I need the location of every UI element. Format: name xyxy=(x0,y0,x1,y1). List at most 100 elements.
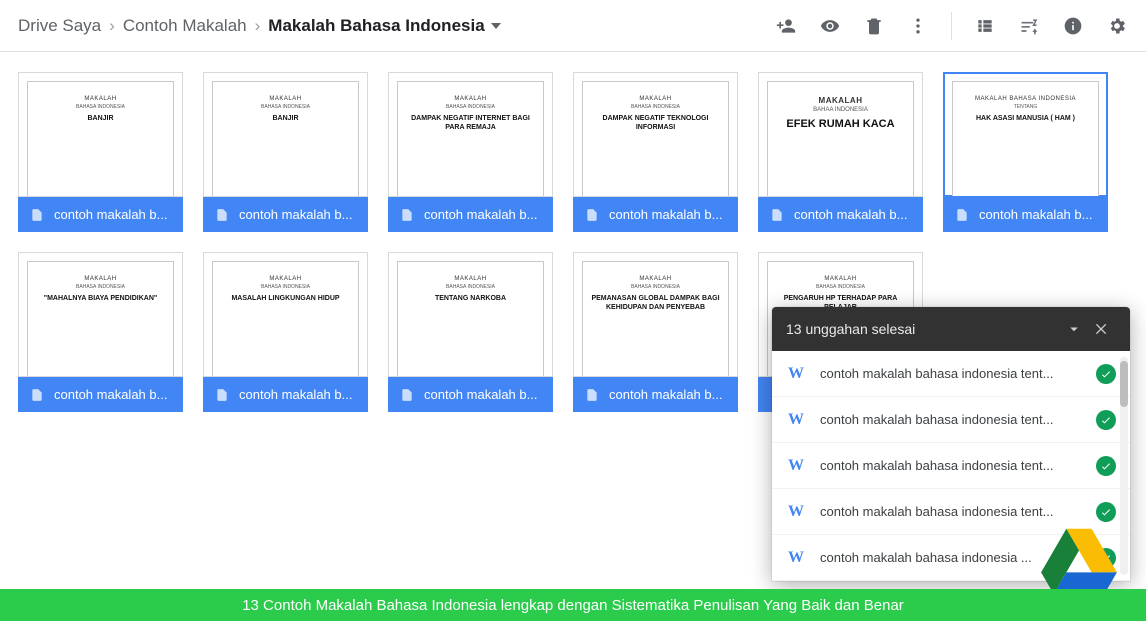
drive-icon xyxy=(1040,527,1118,595)
upload-row[interactable]: Wcontoh makalah bahasa indonesia tent... xyxy=(772,443,1130,489)
doc-subheading: BAHASA INDONESIA xyxy=(768,284,913,290)
word-doc-icon: W xyxy=(786,548,806,568)
upload-close-button[interactable] xyxy=(1088,315,1116,343)
doc-subheading: BAHASA INDONESIA xyxy=(583,104,728,110)
doc-title: DAMPAK NEGATIF TEKNOLOGI INFORMASI xyxy=(583,114,728,132)
more-actions-button[interactable] xyxy=(907,15,929,37)
file-card[interactable]: MAKALAHBAHASA INDONESIAMASALAH LINGKUNGA… xyxy=(203,252,368,412)
doc-title: BANJIR xyxy=(28,114,173,123)
file-card[interactable]: MAKALAH BAHASA INDONESIA "MAHALNYA BIAYA P… xyxy=(18,252,183,412)
person-add-icon xyxy=(776,16,796,36)
chevron-down-icon xyxy=(491,23,501,29)
document-preview: MAKALAHBAHASA INDONESIABANJIR xyxy=(212,81,359,197)
toolbar xyxy=(775,12,1128,40)
word-doc-icon: W xyxy=(786,410,806,430)
breadcrumb-root[interactable]: Drive Saya xyxy=(18,16,101,36)
doc-title: HAK ASASI MANUSIA ( HAM ) xyxy=(953,114,1098,123)
doc-heading: MAKALAH xyxy=(583,276,728,282)
upload-collapse-button[interactable] xyxy=(1060,315,1088,343)
file-card[interactable]: MAKALAH BAHASA INDONESIA TENTANG NARKOBA co… xyxy=(388,252,553,412)
footer-caption: 13 Contoh Makalah Bahasa Indonesia lengk… xyxy=(0,589,1146,621)
more-vert-icon xyxy=(908,16,928,36)
file-card[interactable]: MAKALAHBAHASA INDONESIABANJIRcontoh maka… xyxy=(203,72,368,232)
footer-text: 13 Contoh Makalah Bahasa Indonesia lengk… xyxy=(242,597,904,614)
document-preview: MAKALAHBAHAA INDONESIAEFEK RUMAH KACA xyxy=(767,81,914,197)
check-icon xyxy=(1100,368,1112,380)
close-icon xyxy=(1094,321,1110,337)
share-button[interactable] xyxy=(775,15,797,37)
scrollbar-thumb[interactable] xyxy=(1120,361,1128,407)
file-label: contoh makalah b... xyxy=(18,377,183,412)
details-button[interactable] xyxy=(1062,15,1084,37)
upload-scrollbar[interactable] xyxy=(1120,357,1128,575)
upload-row[interactable]: Wcontoh makalah bahasa indonesia tent... xyxy=(772,351,1130,397)
word-doc-icon xyxy=(400,388,414,402)
word-doc-icon xyxy=(585,388,599,402)
doc-subheading: BAHASA INDONESIA xyxy=(213,104,358,110)
chevron-right-icon: › xyxy=(255,16,261,36)
document-preview: MAKALAH BAHASA INDONESIA PEMANASAN GLOBAL … xyxy=(582,261,729,377)
word-doc-icon xyxy=(955,208,969,222)
list-icon xyxy=(975,16,995,36)
file-card[interactable]: MAKALAHBAHASA INDONESIADAMPAK NEGATIF IN… xyxy=(388,72,553,232)
doc-heading: MAKALAH xyxy=(28,96,173,102)
doc-subheading: BAHASA INDONESIA xyxy=(398,104,543,110)
file-card[interactable]: MAKALAHBAHASA INDONESIABANJIRcontoh maka… xyxy=(18,72,183,232)
upload-file-name: contoh makalah bahasa indonesia tent... xyxy=(820,366,1082,381)
file-thumbnail: MAKALAHBAHASA INDONESIABANJIR xyxy=(18,72,183,197)
doc-title: "MAHALNYA BIAYA PENDIDIKAN" xyxy=(28,294,173,303)
word-doc-icon xyxy=(400,208,414,222)
file-name: contoh makalah b... xyxy=(609,207,722,222)
document-preview: MAKALAH BAHASA INDONESIATENTANGHAK ASASI… xyxy=(952,81,1099,197)
word-doc-icon: W xyxy=(786,502,806,522)
word-doc-icon: W xyxy=(786,456,806,476)
file-label: contoh makalah b... xyxy=(573,377,738,412)
doc-title: MASALAH LINGKUNGAN HIDUP xyxy=(213,294,358,303)
file-label: contoh makalah b... xyxy=(573,197,738,232)
doc-title: PEMANASAN GLOBAL DAMPAK BAGI KEHIDUPAN D… xyxy=(583,294,728,312)
list-view-button[interactable] xyxy=(974,15,996,37)
doc-heading: MAKALAH xyxy=(398,276,543,282)
settings-button[interactable] xyxy=(1106,15,1128,37)
file-label: contoh makalah b... xyxy=(388,197,553,232)
file-card[interactable]: MAKALAH BAHASA INDONESIATENTANGHAK ASASI… xyxy=(943,72,1108,232)
toolbar-divider xyxy=(951,12,952,40)
delete-button[interactable] xyxy=(863,15,885,37)
document-preview: MAKALAHBAHASA INDONESIAMASALAH LINGKUNGA… xyxy=(212,261,359,377)
word-doc-icon xyxy=(215,388,229,402)
file-card[interactable]: MAKALAH BAHASA INDONESIA PEMANASAN GLOBAL … xyxy=(573,252,738,412)
upload-row[interactable]: Wcontoh makalah bahasa indonesia tent... xyxy=(772,397,1130,443)
doc-subheading: BAHAA INDONESIA xyxy=(768,107,913,113)
word-doc-icon xyxy=(215,208,229,222)
doc-title: TENTANG NARKOBA xyxy=(398,294,543,303)
file-thumbnail: MAKALAH BAHASA INDONESIATENTANGHAK ASASI… xyxy=(943,72,1108,197)
file-card[interactable]: MAKALAHBAHAA INDONESIAEFEK RUMAH KACAcon… xyxy=(758,72,923,232)
doc-subheading: BAHASA INDONESIA xyxy=(583,284,728,290)
doc-title: BANJIR xyxy=(213,114,358,123)
file-card[interactable]: MAKALAHBAHASA INDONESIADAMPAK NEGATIF TE… xyxy=(573,72,738,232)
word-doc-icon xyxy=(30,388,44,402)
eye-icon xyxy=(820,16,840,36)
document-preview: MAKALAH BAHASA INDONESIA TENTANG NARKOBA xyxy=(397,261,544,377)
document-preview: MAKALAH BAHASA INDONESIA "MAHALNYA BIAYA P… xyxy=(27,261,174,377)
preview-button[interactable] xyxy=(819,15,841,37)
info-icon xyxy=(1063,16,1083,36)
doc-subheading: BAHASA INDONESIA xyxy=(28,284,173,290)
doc-heading: MAKALAH xyxy=(768,96,913,105)
doc-subheading: TENTANG xyxy=(953,104,1098,110)
sort-button[interactable] xyxy=(1018,15,1040,37)
doc-heading: MAKALAH xyxy=(28,276,173,282)
topbar: Drive Saya › Contoh Makalah › Makalah Ba… xyxy=(0,0,1146,52)
file-name: contoh makalah b... xyxy=(424,387,537,402)
breadcrumb-parent[interactable]: Contoh Makalah xyxy=(123,16,247,36)
file-name: contoh makalah b... xyxy=(239,387,352,402)
file-label: contoh makalah b... xyxy=(758,197,923,232)
breadcrumb-current[interactable]: Makalah Bahasa Indonesia xyxy=(268,16,500,36)
chevron-right-icon: › xyxy=(109,16,115,36)
file-label: contoh makalah b... xyxy=(203,377,368,412)
file-label: contoh makalah b... xyxy=(203,197,368,232)
doc-subheading: BAHASA INDONESIA xyxy=(398,284,543,290)
check-icon xyxy=(1100,414,1112,426)
file-thumbnail: MAKALAHBAHAA INDONESIAEFEK RUMAH KACA xyxy=(758,72,923,197)
upload-file-name: contoh makalah bahasa indonesia tent... xyxy=(820,458,1082,473)
